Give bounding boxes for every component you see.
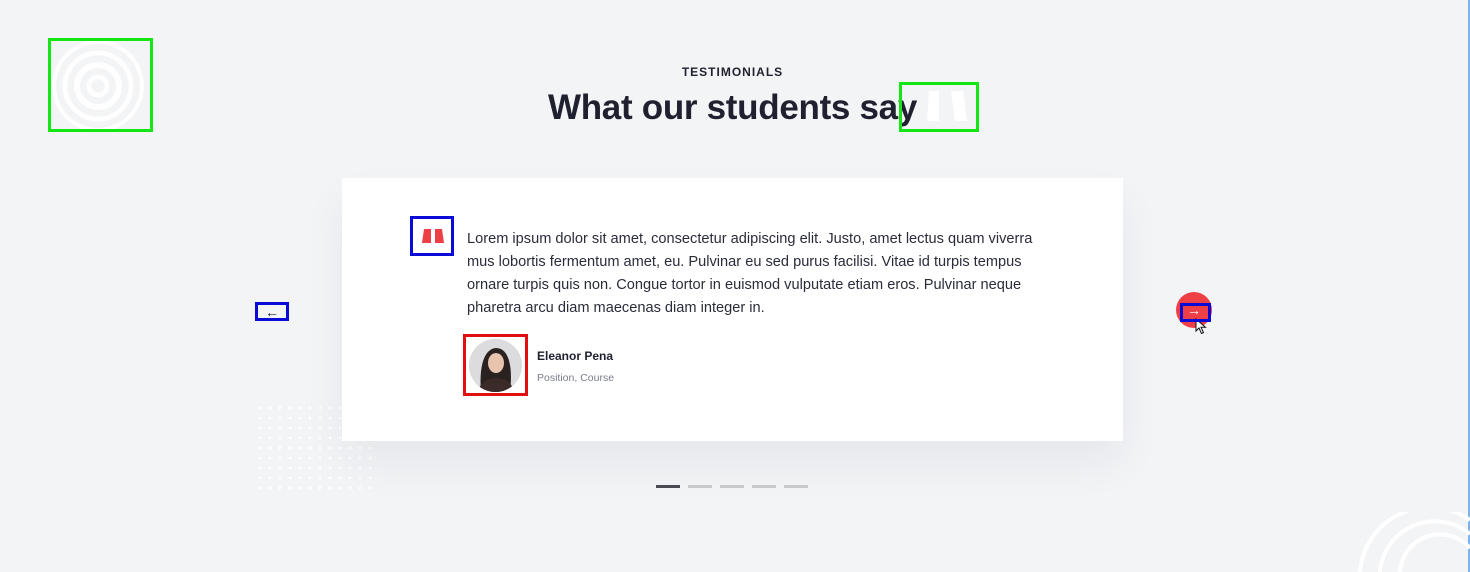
arrow-left-icon: ← — [265, 304, 279, 320]
section-title: What our students say — [547, 88, 918, 127]
pagination-dot[interactable] — [656, 485, 680, 488]
section-eyebrow: TESTIMONIALS — [681, 65, 784, 79]
author-name: Eleanor Pena — [537, 349, 614, 363]
pagination-dot[interactable] — [688, 485, 712, 488]
pagination-dot[interactable] — [752, 485, 776, 488]
author-role: Position, Course — [537, 372, 615, 384]
previous-slide-button[interactable]: ← — [258, 304, 286, 320]
pagination-dot[interactable] — [784, 485, 808, 488]
mouse-cursor-icon — [1195, 318, 1207, 335]
arrow-right-icon: → — [1187, 302, 1201, 318]
arc-decoration — [1358, 512, 1470, 572]
author-avatar — [469, 339, 522, 392]
slide-pagination — [656, 485, 808, 488]
quote-mark-icon — [422, 229, 444, 243]
testimonial-quote: Lorem ipsum dolor sit amet, consectetur … — [467, 231, 1033, 316]
pagination-dot[interactable] — [720, 485, 744, 488]
